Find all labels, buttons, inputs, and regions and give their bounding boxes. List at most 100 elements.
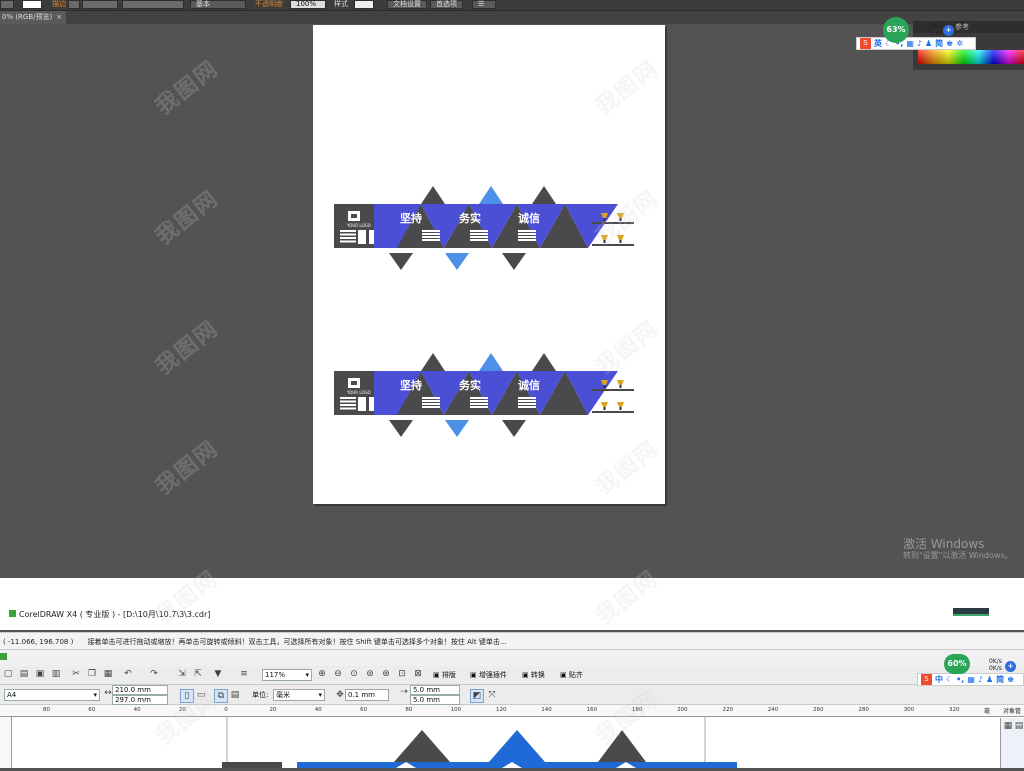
stroke-swatch[interactable]	[22, 0, 42, 9]
skin-icon[interactable]: ♚	[1007, 675, 1014, 684]
brush-style-select[interactable]: 基本	[190, 0, 246, 9]
zoom-selected-icon[interactable]: ⊙	[348, 668, 360, 680]
treat-as-filled-icon[interactable]: ◩	[470, 689, 484, 703]
snap-button[interactable]: ▣ 贴齐	[560, 669, 583, 681]
page-height-field[interactable]: 297.0 mm	[112, 695, 168, 705]
shelf-line	[592, 411, 634, 413]
text-block-line	[470, 233, 488, 235]
redo-icon[interactable]: ↷	[148, 668, 160, 680]
ruler-tick-label: 20	[269, 707, 277, 713]
network-speed-badge[interactable]: 63%	[883, 17, 909, 43]
app-launcher-icon[interactable]: ≡	[238, 668, 250, 680]
open-icon[interactable]: ▤	[18, 668, 30, 680]
zoom-height-icon[interactable]: ⊠	[412, 668, 424, 680]
stroke-weight-field[interactable]	[82, 0, 118, 9]
plugin-button[interactable]: ▣ 增强插件	[470, 669, 507, 681]
zoom-all-icon[interactable]: ⊚	[364, 668, 376, 680]
zoom-in-icon[interactable]: ⊕	[316, 668, 328, 680]
voice-icon[interactable]: ♪	[917, 39, 922, 48]
cut-icon[interactable]: ✂	[70, 668, 82, 680]
page-size-select[interactable]: A4 ▾	[4, 689, 100, 701]
preferences-button[interactable]: 首选项	[430, 0, 463, 9]
close-icon[interactable]: ×	[56, 13, 62, 21]
banner-dark-edge[interactable]	[222, 762, 282, 768]
duplicate-x-field[interactable]: 5.0 mm	[410, 685, 460, 695]
stroke-label[interactable]: 描边	[52, 0, 66, 8]
triangle-blue[interactable]	[489, 730, 545, 762]
style-swatch[interactable]	[354, 0, 374, 9]
variable-width-field[interactable]	[122, 0, 184, 9]
top-triangle-dark	[421, 186, 445, 204]
corel-status-bar: ( -11.066, 196.708 ) 接着单击可进行拖动或缩放！再单击可旋转…	[0, 632, 1024, 650]
triangle-dark[interactable]	[394, 730, 450, 762]
zoom-out-icon[interactable]: ⊖	[332, 668, 344, 680]
moon-icon[interactable]: ☾	[946, 675, 953, 684]
logo-text: YOUR LOGO	[346, 390, 371, 395]
print-icon[interactable]: ▥	[50, 668, 62, 680]
convert-button[interactable]: ▣ 转换	[522, 669, 545, 681]
new-icon[interactable]: ▢	[2, 668, 14, 680]
save-icon[interactable]: ▣	[34, 668, 46, 680]
keyboard-icon[interactable]: ▦	[906, 39, 914, 48]
vertical-ruler[interactable]	[0, 717, 12, 768]
undo-icon[interactable]: ↶	[122, 668, 134, 680]
ime-lang-toggle[interactable]: 中	[935, 674, 943, 685]
logo-block	[358, 397, 366, 411]
nudge-distance-field[interactable]: 0.1 mm	[345, 689, 389, 701]
ruler-tick-label: 0	[224, 707, 228, 713]
trophy-base	[603, 407, 606, 410]
layer-view-icon[interactable]: ▤	[1013, 720, 1024, 732]
logo-text-line	[340, 404, 356, 406]
chevron-down-icon: ▾	[93, 691, 97, 699]
zoom-level-select[interactable]: 117% ▾	[262, 669, 312, 681]
ruler-tick-label: 120	[496, 707, 507, 713]
text-block-line	[422, 230, 440, 232]
ime-toolbar-top[interactable]: S 英 ☾ •, ▦ ♪ ♟ 简 ♚ ✲	[856, 37, 976, 50]
copy-icon[interactable]: ❐	[86, 668, 98, 680]
arrange-menu-button[interactable]: ☰	[472, 0, 496, 9]
opacity-field[interactable]: 100%	[290, 0, 326, 9]
current-page-icon[interactable]: ▤	[229, 689, 241, 701]
zoom-width-icon[interactable]: ⊡	[396, 668, 408, 680]
logo-mark-inner	[351, 214, 357, 218]
memory-percent: 60%	[947, 659, 967, 668]
opacity-label[interactable]: 不透明度	[255, 0, 283, 8]
document-tab[interactable]: 0% (RGB/预览) ×	[0, 11, 66, 24]
text-block-line	[470, 403, 488, 405]
duplicate-y-field[interactable]: 5.0 mm	[410, 695, 460, 705]
ime-lang-toggle[interactable]: 英	[874, 38, 882, 49]
doc-setup-button[interactable]: 文档设置	[387, 0, 427, 9]
boost-icon[interactable]: +	[943, 25, 954, 36]
scale-icon[interactable]: ⤧	[486, 689, 498, 701]
user-icon[interactable]: ♟	[925, 39, 932, 48]
settings-icon[interactable]: ✲	[956, 39, 963, 48]
stroke-weight-stepper[interactable]	[68, 0, 80, 9]
slogan-word: 坚持	[400, 211, 422, 225]
export-icon[interactable]: ⇱	[192, 668, 204, 680]
color-spectrum[interactable]	[918, 50, 1024, 64]
voice-icon[interactable]: ♪	[978, 675, 983, 684]
download-speed: 0K/s	[989, 665, 1002, 672]
text-block-line	[518, 233, 536, 235]
punctuation-icon[interactable]: •,	[956, 675, 964, 684]
skin-icon[interactable]: ♚	[946, 39, 953, 48]
page-width-field[interactable]: 210.0 mm	[112, 685, 168, 695]
publish-icon[interactable]: ▼	[212, 668, 224, 680]
duplicate-x-value: 5.0 mm	[413, 686, 440, 694]
logo-text-line	[340, 400, 356, 403]
bottom-triangle-blue	[445, 420, 469, 437]
slogan-word: 务实	[459, 378, 481, 392]
boost-icon[interactable]: +	[1005, 661, 1016, 672]
keyboard-icon[interactable]: ▦	[967, 675, 975, 684]
layout-button[interactable]: ▣ 排版	[433, 669, 456, 681]
ime-toolbar-bottom[interactable]: S 中 ☾ •, ▦ ♪ ♟ 简 ♚	[917, 673, 1024, 686]
zoom-page-icon[interactable]: ⊛	[380, 668, 392, 680]
user-icon[interactable]: ♟	[986, 675, 993, 684]
unit-select[interactable]: 毫米 ▾	[273, 689, 325, 701]
network-speed-badge[interactable]: 60%	[944, 654, 970, 674]
import-icon[interactable]: ⇲	[176, 668, 188, 680]
ime-simplified-toggle[interactable]: 简	[996, 674, 1004, 685]
ime-simplified-toggle[interactable]: 简	[935, 38, 943, 49]
fill-swatch[interactable]	[0, 0, 14, 9]
paste-icon[interactable]: ▦	[102, 668, 114, 680]
